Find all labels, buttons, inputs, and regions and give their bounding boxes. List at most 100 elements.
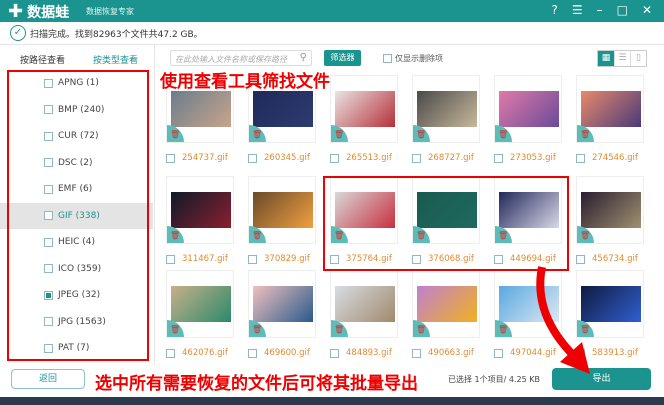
file-thumbnail-card[interactable]: 🗑 [248, 176, 316, 244]
annotation-bottom: 选中所有需要恢复的文件后可将其批量导出 [95, 374, 418, 394]
check-circle-icon: ✓ [10, 25, 26, 41]
file-thumbnail-card[interactable]: 🗑 [494, 75, 562, 143]
list-view-icon[interactable]: ☰ [614, 51, 630, 66]
checkbox[interactable] [248, 348, 257, 358]
trash-icon: 🗑 [413, 320, 430, 337]
file-thumbnail-card[interactable]: 🗑 [166, 270, 234, 338]
title-bar: ✚ 数据蛙 数据恢复专家 ? ☰ – □ ✕ [0, 0, 664, 22]
trash-icon: 🗑 [167, 320, 184, 337]
file-item[interactable]: 260345.gif [248, 153, 310, 163]
search-input[interactable]: 在此处输入文件名称或保存路径 ⚲ [170, 50, 312, 66]
file-item[interactable]: 274546.gif [576, 153, 638, 163]
logo-plus-icon: ✚ [8, 1, 24, 22]
checkbox[interactable] [494, 348, 503, 358]
thumbnail-image [499, 91, 559, 127]
search-placeholder: 在此处输入文件名称或保存路径 [175, 55, 287, 64]
sidebar-divider [154, 44, 155, 365]
file-name: 484893.gif [346, 348, 392, 358]
checkbox[interactable] [412, 153, 421, 163]
file-item[interactable]: 462076.gif [166, 348, 228, 358]
file-thumbnail-card[interactable]: 🗑 [576, 75, 644, 143]
tab-by-path[interactable]: 按路径查看 [20, 53, 65, 66]
menu-icon[interactable]: ☰ [572, 3, 583, 17]
trash-icon: 🗑 [331, 320, 348, 337]
checkbox[interactable] [248, 254, 257, 264]
checkbox[interactable] [330, 153, 339, 163]
selection-highlight-box [323, 176, 569, 271]
trash-icon: 🗑 [577, 125, 594, 142]
file-item[interactable]: 490663.gif [412, 348, 474, 358]
maximize-button[interactable]: □ [617, 3, 628, 17]
divider [0, 44, 664, 45]
thumbnail-image [335, 91, 395, 127]
trash-icon: 🗑 [249, 226, 266, 243]
thumbnail-image [581, 91, 641, 127]
file-thumbnail-card[interactable]: 🗑 [412, 270, 480, 338]
thumbnail-image [417, 91, 477, 127]
trash-icon: 🗑 [495, 125, 512, 142]
file-item[interactable]: 268727.gif [412, 153, 474, 163]
file-item[interactable]: 370829.gif [248, 254, 310, 264]
thumbnail-image [171, 192, 231, 228]
scan-status: ✓ 扫描完成。找到82963个文件共47.2 GB。 [10, 22, 203, 44]
file-name: 469600.gif [264, 348, 310, 358]
file-thumbnail-card[interactable]: 🗑 [330, 270, 398, 338]
file-name: 268727.gif [428, 153, 474, 163]
annotation-top: 使用查看工具筛找文件 [160, 72, 330, 92]
file-thumbnail-card[interactable]: 🗑 [166, 176, 234, 244]
filter-button[interactable]: 筛选器 [324, 50, 361, 66]
back-button[interactable]: 返回 [11, 369, 85, 389]
search-icon[interactable]: ⚲ [300, 52, 307, 63]
scan-status-text: 扫描完成。找到82963个文件共47.2 GB。 [30, 29, 203, 40]
thumbnail-image [171, 91, 231, 127]
thumbnail-image [417, 286, 477, 322]
view-switcher: ▦ ☰ ▯ [597, 50, 647, 67]
red-arrow-icon [536, 266, 590, 374]
tab-by-type[interactable]: 按类型查看 [93, 53, 138, 66]
trash-icon: 🗑 [167, 226, 184, 243]
trash-icon: 🗑 [249, 320, 266, 337]
trash-icon: 🗑 [413, 125, 430, 142]
grid-view-icon[interactable]: ▦ [598, 51, 614, 66]
thumbnail-image [335, 286, 395, 322]
file-item[interactable]: 311467.gif [166, 254, 228, 264]
file-thumbnail-card[interactable]: 🗑 [248, 270, 316, 338]
app-logo: ✚ 数据蛙 [8, 2, 69, 22]
file-name: 260345.gif [264, 153, 310, 163]
file-name: 370829.gif [264, 254, 310, 264]
trash-icon: 🗑 [577, 226, 594, 243]
detail-view-icon[interactable]: ▯ [630, 51, 646, 66]
file-name: 490663.gif [428, 348, 474, 358]
close-button[interactable]: ✕ [642, 3, 652, 17]
file-name: 265513.gif [346, 153, 392, 163]
file-thumbnail-card[interactable]: 🗑 [412, 75, 480, 143]
thumbnail-image [581, 192, 641, 228]
checkbox[interactable] [330, 348, 339, 358]
checkbox[interactable] [494, 153, 503, 163]
file-item[interactable]: 469600.gif [248, 348, 310, 358]
checkbox[interactable] [166, 348, 175, 358]
checkbox[interactable] [412, 348, 421, 358]
trash-icon: 🗑 [167, 125, 184, 142]
thumbnail-image [253, 192, 313, 228]
file-name: 274546.gif [592, 153, 638, 163]
file-thumbnail-card[interactable]: 🗑 [576, 176, 644, 244]
minimize-button[interactable]: – [597, 3, 603, 17]
file-thumbnail-card[interactable]: 🗑 [330, 75, 398, 143]
checkbox[interactable] [166, 153, 175, 163]
help-icon[interactable]: ? [551, 3, 557, 17]
file-item[interactable]: 273053.gif [494, 153, 556, 163]
trash-icon: 🗑 [331, 125, 348, 142]
taskbar [0, 397, 664, 405]
file-name: 462076.gif [182, 348, 228, 358]
checkbox[interactable] [166, 254, 175, 264]
only-deleted-toggle[interactable]: 仅显示删除项 [383, 53, 443, 64]
file-item[interactable]: 265513.gif [330, 153, 392, 163]
file-item[interactable]: 254737.gif [166, 153, 228, 163]
only-deleted-label: 仅显示删除项 [395, 54, 443, 63]
checkbox[interactable] [576, 153, 585, 163]
file-item[interactable]: 484893.gif [330, 348, 392, 358]
checkbox[interactable] [383, 54, 392, 63]
trash-icon: 🗑 [249, 125, 266, 142]
checkbox[interactable] [248, 153, 257, 163]
